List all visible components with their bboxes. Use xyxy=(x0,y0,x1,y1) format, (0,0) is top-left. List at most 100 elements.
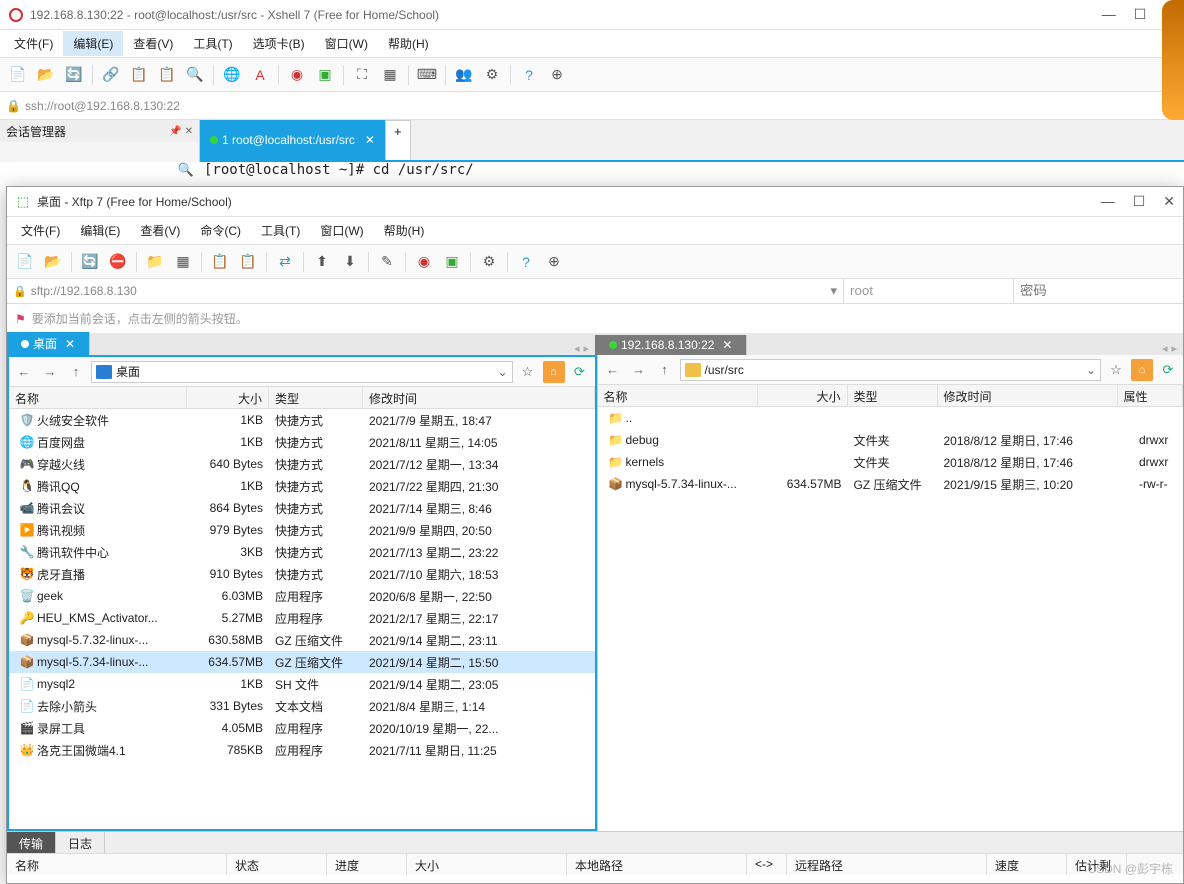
close-button[interactable]: ✕ xyxy=(1163,193,1175,210)
user-input[interactable] xyxy=(850,283,1007,298)
xftp-address-input[interactable] xyxy=(31,284,831,298)
green-sq-icon[interactable]: ▣ xyxy=(313,63,337,87)
xshell-address-input[interactable] xyxy=(25,99,1164,113)
xshell-tab-active[interactable]: 1 root@localhost:/usr/src ✕ xyxy=(200,120,385,160)
new-folder-icon[interactable]: 📁 xyxy=(143,250,167,274)
menu-item[interactable]: 工具(T) xyxy=(251,218,310,243)
local-file-list[interactable]: 🛡️火绒安全软件1KB快捷方式2021/7/9 星期五, 18:47🌐百度网盘1… xyxy=(9,409,595,829)
list-item[interactable]: 📦mysql-5.7.34-linux-...634.57MBGZ 压缩文件20… xyxy=(598,473,1184,495)
pin-icon[interactable]: 📌 ✕ xyxy=(169,126,193,137)
tab-close-icon[interactable]: ✕ xyxy=(365,133,375,147)
column-header[interactable]: 远程路径 xyxy=(787,854,987,875)
copy-icon[interactable]: 📋 xyxy=(127,63,151,87)
column-header[interactable]: <-> xyxy=(747,854,787,875)
maximize-button[interactable]: ☐ xyxy=(1134,6,1147,23)
terminal-prompt[interactable]: [root@localhost ~]# cd /usr/src/ xyxy=(200,162,1184,182)
font-icon[interactable]: A xyxy=(248,63,272,87)
gear-icon[interactable]: ⚙ xyxy=(480,63,504,87)
password-input[interactable] xyxy=(1020,283,1177,298)
list-item[interactable]: 🐯虎牙直播910 Bytes快捷方式2021/7/10 星期六, 18:53 xyxy=(9,563,595,585)
list-item[interactable]: 📄mysql21KBSH 文件2021/9/14 星期二, 23:05 xyxy=(9,673,595,695)
list-item[interactable]: 📁debug文件夹2018/8/12 星期日, 17:46drwxr xyxy=(598,429,1184,451)
menu-item[interactable]: 编辑(E) xyxy=(70,218,130,243)
minimize-button[interactable]: — xyxy=(1101,193,1115,210)
red-circle-icon[interactable]: ◉ xyxy=(285,63,309,87)
maximize-button[interactable]: ☐ xyxy=(1133,193,1146,210)
menu-item[interactable]: 命令(C) xyxy=(190,218,251,243)
list-item[interactable]: 🐧腾讯QQ1KB快捷方式2021/7/22 星期四, 21:30 xyxy=(9,475,595,497)
red-circle-icon[interactable]: ◉ xyxy=(412,250,436,274)
up-button[interactable]: ↑ xyxy=(654,359,676,381)
green-sq-icon[interactable]: ▣ xyxy=(440,250,464,274)
reconnect-icon[interactable]: 🔄 xyxy=(78,250,102,274)
menu-item[interactable]: 工具(T) xyxy=(183,31,242,56)
new-session-icon[interactable]: 📄 xyxy=(13,250,37,274)
menu-item[interactable]: 帮助(H) xyxy=(378,31,439,56)
column-header[interactable]: 状态 xyxy=(227,854,327,875)
list-item[interactable]: 📁kernels文件夹2018/8/12 星期日, 17:46drwxr xyxy=(598,451,1184,473)
refresh-icon[interactable]: ⟳ xyxy=(1157,359,1179,381)
download-icon[interactable]: ⬇ xyxy=(338,250,362,274)
forward-button[interactable]: → xyxy=(39,361,61,383)
tab-nav[interactable]: ◂▸ xyxy=(1156,342,1183,355)
list-item[interactable]: 📁.. xyxy=(598,407,1184,429)
new-icon[interactable]: 📄 xyxy=(6,63,30,87)
list-item[interactable]: 🎮穿越火线640 Bytes快捷方式2021/7/12 星期一, 13:34 xyxy=(9,453,595,475)
list-item[interactable]: 🔧腾讯软件中心3KB快捷方式2021/7/13 星期二, 23:22 xyxy=(9,541,595,563)
dropdown-icon[interactable]: ⌄ xyxy=(497,365,507,379)
open-folder-icon[interactable]: 📂 xyxy=(41,250,65,274)
search-icon[interactable]: 🔍 xyxy=(0,162,200,182)
local-tab[interactable]: 桌面 ✕ xyxy=(7,332,90,355)
list-item[interactable]: 🌐百度网盘1KB快捷方式2021/8/11 星期三, 14:05 xyxy=(9,431,595,453)
menu-item[interactable]: 查看(V) xyxy=(123,31,183,56)
tab-nav[interactable]: ◂▸ xyxy=(568,342,595,355)
search-icon[interactable]: 🔍 xyxy=(183,63,207,87)
fullscreen-icon[interactable]: ⛶ xyxy=(350,63,374,87)
menu-item[interactable]: 窗口(W) xyxy=(310,218,373,243)
help-icon[interactable]: ? xyxy=(517,63,541,87)
help-icon[interactable]: ? xyxy=(514,250,538,274)
menu-item[interactable]: 编辑(E) xyxy=(63,31,123,56)
paste-icon[interactable]: 📋 xyxy=(155,63,179,87)
list-item[interactable]: 🎬录屏工具4.05MB应用程序2020/10/19 星期一, 22... xyxy=(9,717,595,739)
new-tab-button[interactable]: + xyxy=(385,120,411,160)
remote-list-header[interactable]: 名称 大小 类型 修改时间 属性 xyxy=(598,385,1184,407)
forward-button[interactable]: → xyxy=(628,359,650,381)
home-icon[interactable]: ⌂ xyxy=(1131,359,1153,381)
list-item[interactable]: 📄去除小箭头331 Bytes文本文档2021/8/4 星期三, 1:14 xyxy=(9,695,595,717)
copy-icon[interactable]: 📋 xyxy=(208,250,232,274)
back-button[interactable]: ← xyxy=(13,361,35,383)
list-item[interactable]: 📹腾讯会议864 Bytes快捷方式2021/7/14 星期三, 8:46 xyxy=(9,497,595,519)
list-item[interactable]: 👑洛克王国微端4.1785KB应用程序2021/7/11 星期日, 11:25 xyxy=(9,739,595,761)
ssh-icon[interactable]: 🔗 xyxy=(99,63,123,87)
send-icon[interactable]: ⊕ xyxy=(545,63,569,87)
upload-icon[interactable]: ⬆ xyxy=(310,250,334,274)
send-icon[interactable]: ⊕ xyxy=(542,250,566,274)
minimize-button[interactable]: — xyxy=(1102,6,1116,23)
home-icon[interactable]: ⌂ xyxy=(543,361,565,383)
dropdown-icon[interactable]: ⌄ xyxy=(1086,363,1096,377)
column-header[interactable]: 本地路径 xyxy=(567,854,747,875)
list-item[interactable]: ▶️腾讯视频979 Bytes快捷方式2021/9/9 星期四, 20:50 xyxy=(9,519,595,541)
paste-icon[interactable]: 📋 xyxy=(236,250,260,274)
menu-item[interactable]: 文件(F) xyxy=(11,218,70,243)
globe-icon[interactable]: 🌐 xyxy=(220,63,244,87)
list-item[interactable]: 📦mysql-5.7.34-linux-...634.57MBGZ 压缩文件20… xyxy=(9,651,595,673)
dropdown-icon[interactable]: ▾ xyxy=(830,283,837,299)
column-header[interactable]: 名称 xyxy=(7,854,227,875)
bookmark-icon[interactable]: ☆ xyxy=(1105,359,1127,381)
column-header[interactable]: 大小 xyxy=(407,854,567,875)
column-header[interactable]: 进度 xyxy=(327,854,407,875)
edit-icon[interactable]: ✎ xyxy=(375,250,399,274)
list-item[interactable]: 🛡️火绒安全软件1KB快捷方式2021/7/9 星期五, 18:47 xyxy=(9,409,595,431)
menu-item[interactable]: 选项卡(B) xyxy=(243,31,315,56)
local-list-header[interactable]: 名称 大小 类型 修改时间 xyxy=(9,387,595,409)
menu-item[interactable]: 查看(V) xyxy=(130,218,190,243)
remote-tab[interactable]: 192.168.8.130:22 ✕ xyxy=(595,335,747,355)
list-item[interactable]: 🔑HEU_KMS_Activator...5.27MB应用程序2021/2/17… xyxy=(9,607,595,629)
layout-icon[interactable]: ▦ xyxy=(378,63,402,87)
back-button[interactable]: ← xyxy=(602,359,624,381)
view-icon[interactable]: ▦ xyxy=(171,250,195,274)
list-item[interactable]: 🗑️geek6.03MB应用程序2020/6/8 星期一, 22:50 xyxy=(9,585,595,607)
gear-icon[interactable]: ⚙ xyxy=(477,250,501,274)
